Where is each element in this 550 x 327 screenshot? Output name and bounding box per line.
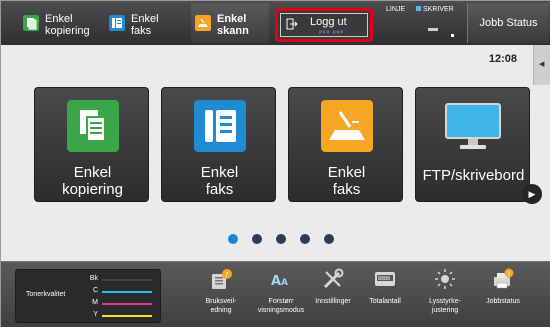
tile-label-line2: kopiering [62, 181, 123, 198]
brightness-icon [435, 269, 455, 289]
shortcut-totalantall[interactable]: 8888 Totalantall [357, 264, 413, 327]
shortcut-label-line1: Innstillinger [315, 298, 351, 305]
quick-enkel-skann-button[interactable]: Enkel skann [191, 3, 269, 43]
logout-icon [286, 18, 298, 30]
tile-enkel-faks[interactable]: Enkel faks [161, 87, 276, 202]
scan-icon [321, 100, 373, 152]
toner-row-label: C [92, 287, 98, 294]
copy-icon [67, 100, 119, 152]
quick-label-line1: Enkel [131, 13, 159, 25]
shortcut-label-line1: Jobbstatus [486, 298, 520, 305]
status-skriver-label: SKRIVER [423, 6, 454, 13]
page-dot-2[interactable] [252, 234, 262, 244]
status-linje-label: LINJE [386, 6, 406, 13]
svg-text:!: ! [508, 270, 511, 278]
shortcut-label: Lysstyrke- justering [417, 297, 473, 315]
help-book-icon: ? [212, 269, 232, 289]
side-panel-tab[interactable]: ◀ [533, 45, 550, 85]
shortcut-jobbstatus[interactable]: ! Jobbstatus [475, 264, 531, 327]
quick-label-line2: skann [217, 25, 249, 37]
play-arrow-icon: ▶ [528, 189, 536, 199]
tile-enkel-skann[interactable]: Enkel faks [288, 87, 403, 202]
page-dot-1[interactable] [228, 234, 238, 244]
svg-text:A: A [281, 278, 288, 288]
top-bar: Enkel kopiering Enkel faks Enkel skann L… [1, 1, 550, 45]
monitor-icon [445, 103, 501, 149]
toner-level-panel[interactable]: Tonerkvalitet Bk C M Y [15, 269, 161, 323]
page-indicator [225, 234, 345, 246]
quick-label-line1: Enkel [217, 13, 247, 25]
tile-enkel-kopiering[interactable]: Enkel kopiering [34, 87, 149, 202]
jobb-status-button[interactable]: Jobb Status [467, 3, 549, 43]
shortcut-label-line1: Bruksveil- [205, 298, 237, 305]
toner-bar-magenta [102, 303, 152, 305]
fax-icon [109, 15, 125, 31]
toner-row-label: M [92, 299, 98, 306]
page-dot-4[interactable] [300, 234, 310, 244]
quick-label-line1: Enkel [45, 13, 73, 25]
shortcut-label: Innstillinger [305, 297, 361, 306]
page-dot-5[interactable] [324, 234, 334, 244]
quick-enkel-faks-button[interactable]: Enkel faks [105, 3, 183, 43]
status-dot [451, 34, 454, 37]
printer-status-icon: ! [494, 268, 514, 289]
shortcut-label-line2: justering [431, 307, 459, 314]
toner-row-label: Bk [89, 275, 98, 282]
svg-text:?: ? [225, 271, 229, 279]
tile-ftp-skrivebord[interactable]: FTP/skrivebord [415, 87, 530, 202]
shortcut-innstillinger[interactable]: Innstillinger [305, 264, 361, 327]
control-panel-screen: Enkel kopiering Enkel faks Enkel skann L… [0, 0, 550, 327]
shortcut-label: Totalantall [357, 297, 413, 306]
next-page-button[interactable]: ▶ [522, 184, 542, 204]
counter-icon: 8888 [375, 272, 395, 286]
printer-small-icon: ▬ [428, 23, 438, 34]
copy-icon [23, 15, 39, 31]
home-main-area: 12:08 ◀ Enkel kopiering Enkel faks Enkel… [1, 45, 550, 261]
chevron-left-icon: ◀ [539, 61, 545, 68]
bottom-bar: Tonerkvalitet Bk C M Y ? Bruksveil- edni… [1, 261, 550, 327]
shortcut-label-line1: Forstørr [268, 298, 294, 305]
svg-text:8888: 8888 [378, 276, 390, 282]
scan-icon [195, 15, 211, 31]
shortcut-label: Jobbstatus [475, 297, 531, 306]
tile-label-line2: faks [332, 181, 361, 198]
tile-label-line1: FTP/skrivebord [422, 167, 525, 184]
tools-icon [323, 268, 344, 289]
toner-row-label: Y [93, 311, 98, 318]
toner-bar-yellow [102, 315, 152, 317]
page-dot-3[interactable] [276, 234, 286, 244]
tile-label-line2: faks [205, 181, 234, 198]
shortcut-bruksveiledning[interactable]: ? Bruksveil- edning [193, 264, 249, 327]
logout-button[interactable]: Logg ut ### ### [275, 8, 373, 42]
tile-label-line1: Enkel [327, 164, 366, 181]
tile-label-line1: Enkel [200, 164, 239, 181]
quick-label-line2: faks [131, 25, 152, 37]
status-indicator-icon [416, 6, 421, 11]
quick-label-line2: kopiering [45, 25, 90, 37]
shortcut-label-line1: Lysstyrke- [429, 298, 461, 305]
shortcut-label-line1: Totalantall [369, 298, 401, 305]
logout-label: Logg ut [310, 16, 347, 28]
shortcut-label-line2: edning [210, 307, 232, 314]
status-skriver: SKRIVER [416, 6, 454, 13]
toner-bar-black [102, 279, 152, 281]
magnify-text-icon: A A [271, 274, 288, 289]
toner-bar-cyan [102, 291, 152, 293]
tile-label-line1: Enkel [73, 164, 112, 181]
clock: 12:08 [488, 53, 517, 65]
shortcut-label-line2: visningsmodus [257, 307, 305, 314]
toner-label: Tonerkvalitet [26, 291, 66, 298]
quick-enkel-kopiering-button[interactable]: Enkel kopiering [19, 3, 97, 43]
shortcut-lysstyrkejustering[interactable]: Lysstyrke- justering [417, 264, 473, 327]
shortcut-label: Bruksveil- edning [193, 297, 249, 315]
fax-icon [194, 100, 246, 152]
svg-text:A: A [271, 274, 281, 289]
logout-user-code: ### ### [319, 30, 345, 36]
shortcut-label: Forstørr visningsmodus [253, 297, 309, 315]
shortcut-forstorr-visningsmodus[interactable]: A A Forstørr visningsmodus [253, 264, 309, 327]
